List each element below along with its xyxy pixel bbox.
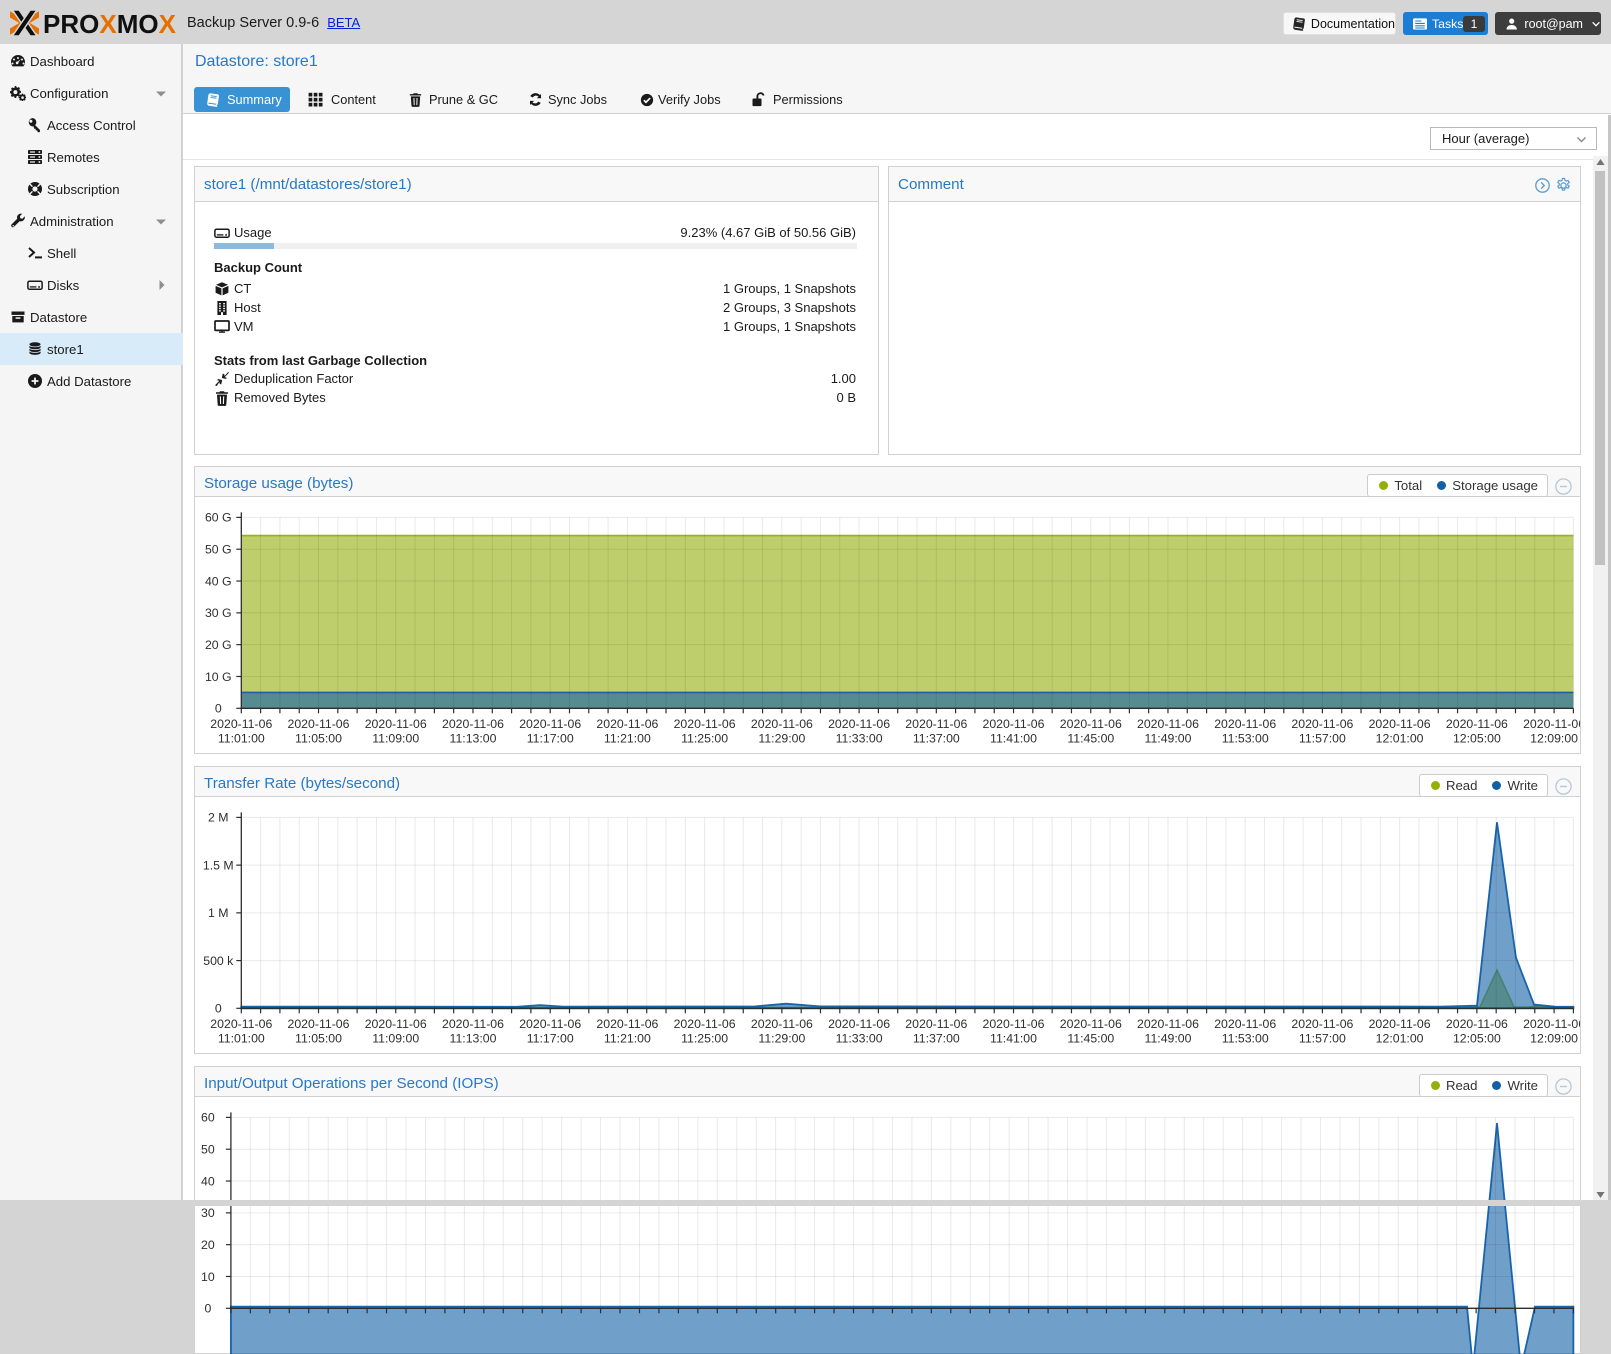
svg-text:50: 50	[201, 1143, 215, 1157]
svg-text:2020-11-06: 2020-11-06	[674, 717, 736, 731]
svg-text:11:57:00: 11:57:00	[1299, 732, 1346, 746]
svg-text:2020-11-06: 2020-11-06	[519, 717, 581, 731]
svg-text:2020-11-06: 2020-11-06	[751, 1017, 813, 1031]
svg-text:0: 0	[215, 702, 222, 716]
svg-text:40 G: 40 G	[205, 574, 232, 588]
svg-text:2020-11-06: 2020-11-06	[751, 717, 813, 731]
svg-text:12:01:00: 12:01:00	[1376, 1032, 1424, 1046]
svg-text:11:57:00: 11:57:00	[1299, 1032, 1346, 1046]
svg-text:1 M: 1 M	[208, 906, 229, 920]
svg-text:11:21:00: 11:21:00	[604, 1032, 651, 1046]
svg-text:2020-11-06: 2020-11-06	[1137, 717, 1199, 731]
svg-text:2020-11-06: 2020-11-06	[288, 1017, 350, 1031]
svg-text:12:09:00: 12:09:00	[1530, 732, 1578, 746]
svg-text:2020-11-06: 2020-11-06	[1060, 1017, 1122, 1031]
svg-text:11:45:00: 11:45:00	[1067, 732, 1114, 746]
svg-text:2020-11-06: 2020-11-06	[1060, 717, 1122, 731]
svg-text:2020-11-06: 2020-11-06	[828, 1017, 890, 1031]
svg-text:2020-11-06: 2020-11-06	[1523, 717, 1580, 731]
svg-text:11:25:00: 11:25:00	[681, 732, 728, 746]
svg-text:12:01:00: 12:01:00	[1376, 732, 1424, 746]
svg-text:11:41:00: 11:41:00	[990, 732, 1037, 746]
svg-text:11:33:00: 11:33:00	[836, 1032, 883, 1046]
svg-text:11:53:00: 11:53:00	[1222, 1032, 1269, 1046]
svg-text:50 G: 50 G	[205, 543, 232, 557]
svg-text:2020-11-06: 2020-11-06	[596, 717, 658, 731]
svg-text:11:41:00: 11:41:00	[990, 1032, 1037, 1046]
svg-text:2020-11-06: 2020-11-06	[442, 1017, 504, 1031]
svg-text:30 G: 30 G	[205, 606, 232, 620]
svg-text:20: 20	[201, 1238, 215, 1252]
svg-text:11:53:00: 11:53:00	[1222, 732, 1269, 746]
svg-text:11:29:00: 11:29:00	[758, 1032, 805, 1046]
svg-text:2020-11-06: 2020-11-06	[210, 717, 272, 731]
svg-text:2020-11-06: 2020-11-06	[519, 1017, 581, 1031]
svg-text:40: 40	[201, 1174, 215, 1188]
svg-text:12:09:00: 12:09:00	[1530, 1032, 1578, 1046]
svg-text:1.5 M: 1.5 M	[203, 858, 234, 872]
svg-text:30: 30	[201, 1206, 215, 1220]
svg-text:11:33:00: 11:33:00	[836, 732, 883, 746]
svg-text:2020-11-06: 2020-11-06	[365, 1017, 427, 1031]
svg-text:11:45:00: 11:45:00	[1067, 1032, 1114, 1046]
svg-text:2020-11-06: 2020-11-06	[983, 717, 1045, 731]
svg-text:2020-11-06: 2020-11-06	[1214, 1017, 1276, 1031]
svg-text:2020-11-06: 2020-11-06	[1291, 1017, 1353, 1031]
svg-text:2020-11-06: 2020-11-06	[828, 717, 890, 731]
svg-text:20 G: 20 G	[205, 638, 232, 652]
svg-text:11:09:00: 11:09:00	[372, 1032, 419, 1046]
svg-text:2020-11-06: 2020-11-06	[596, 1017, 658, 1031]
svg-text:500 k: 500 k	[203, 954, 234, 968]
svg-text:2020-11-06: 2020-11-06	[1523, 1017, 1580, 1031]
svg-text:11:01:00: 11:01:00	[218, 732, 265, 746]
svg-text:2020-11-06: 2020-11-06	[365, 717, 427, 731]
svg-text:2020-11-06: 2020-11-06	[288, 717, 350, 731]
svg-text:60 G: 60 G	[205, 511, 232, 525]
svg-text:2020-11-06: 2020-11-06	[442, 717, 504, 731]
svg-text:11:05:00: 11:05:00	[295, 1032, 342, 1046]
svg-text:2020-11-06: 2020-11-06	[1369, 717, 1431, 731]
svg-text:2020-11-06: 2020-11-06	[210, 1017, 272, 1031]
svg-text:10: 10	[201, 1270, 215, 1284]
svg-text:2 M: 2 M	[208, 811, 229, 825]
svg-text:2020-11-06: 2020-11-06	[1214, 717, 1276, 731]
svg-text:11:13:00: 11:13:00	[450, 732, 497, 746]
svg-text:11:09:00: 11:09:00	[372, 732, 419, 746]
svg-text:0: 0	[215, 1002, 222, 1016]
svg-text:0: 0	[204, 1302, 211, 1316]
svg-text:11:21:00: 11:21:00	[604, 732, 651, 746]
svg-text:11:49:00: 11:49:00	[1145, 732, 1192, 746]
svg-text:11:17:00: 11:17:00	[527, 732, 574, 746]
svg-text:12:05:00: 12:05:00	[1453, 732, 1501, 746]
svg-text:2020-11-06: 2020-11-06	[1369, 1017, 1431, 1031]
svg-text:2020-11-06: 2020-11-06	[1446, 1017, 1508, 1031]
svg-text:11:05:00: 11:05:00	[295, 732, 342, 746]
svg-text:11:37:00: 11:37:00	[913, 732, 960, 746]
svg-text:11:49:00: 11:49:00	[1145, 1032, 1192, 1046]
svg-text:2020-11-06: 2020-11-06	[905, 1017, 967, 1031]
svg-text:60: 60	[201, 1111, 215, 1125]
svg-text:12:05:00: 12:05:00	[1453, 1032, 1501, 1046]
svg-text:11:13:00: 11:13:00	[450, 1032, 497, 1046]
svg-text:11:25:00: 11:25:00	[681, 1032, 728, 1046]
svg-text:2020-11-06: 2020-11-06	[1291, 717, 1353, 731]
svg-text:11:01:00: 11:01:00	[218, 1032, 265, 1046]
svg-text:2020-11-06: 2020-11-06	[1446, 717, 1508, 731]
svg-text:2020-11-06: 2020-11-06	[905, 717, 967, 731]
svg-text:2020-11-06: 2020-11-06	[674, 1017, 736, 1031]
svg-text:2020-11-06: 2020-11-06	[983, 1017, 1045, 1031]
svg-text:11:29:00: 11:29:00	[758, 732, 805, 746]
svg-text:11:17:00: 11:17:00	[527, 1032, 574, 1046]
svg-text:10 G: 10 G	[205, 670, 232, 684]
svg-text:11:37:00: 11:37:00	[913, 1032, 960, 1046]
svg-text:2020-11-06: 2020-11-06	[1137, 1017, 1199, 1031]
